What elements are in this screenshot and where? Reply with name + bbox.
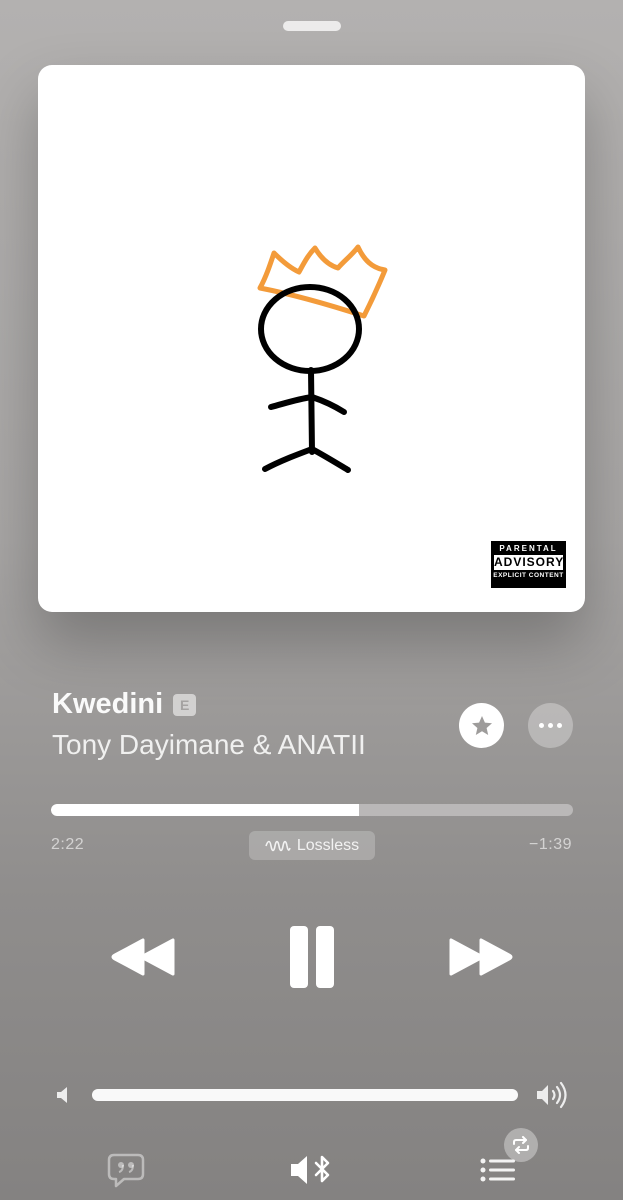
rewind-button[interactable] (106, 932, 180, 982)
speaker-wave-icon (537, 1081, 567, 1109)
parental-advisory-label: PARENTAL ADVISORY EXPLICIT CONTENT (491, 541, 566, 588)
fast-forward-icon (449, 938, 513, 976)
lossless-label: Lossless (296, 836, 360, 854)
advisory-line-advisory: ADVISORY (494, 555, 565, 570)
lyrics-button[interactable] (103, 1150, 149, 1190)
ellipsis-icon (548, 723, 553, 728)
advisory-line-explicit: EXPLICIT CONTENT (493, 572, 564, 579)
repeat-indicator (504, 1128, 538, 1162)
rewind-icon (111, 938, 175, 976)
pause-button[interactable] (282, 922, 342, 992)
volume-level-fill (92, 1089, 518, 1101)
lyrics-quote-icon (107, 1153, 145, 1188)
advisory-line-parental: PARENTAL (499, 544, 558, 553)
star-icon (471, 715, 492, 735)
volume-max-indicator (534, 1079, 572, 1111)
pause-icon (290, 926, 334, 988)
volume-slider[interactable] (92, 1089, 518, 1101)
speaker-bluetooth-icon (291, 1155, 330, 1184)
playback-progress-fill (51, 804, 359, 816)
ellipsis-icon (539, 723, 544, 728)
volume-min-indicator (51, 1083, 75, 1107)
track-title[interactable]: Kwedini (52, 688, 163, 721)
track-title-row: Kwedini E (52, 688, 197, 721)
lossless-badge[interactable]: Lossless (249, 831, 375, 860)
audio-output-button[interactable] (286, 1150, 338, 1190)
time-remaining: −1:39 (529, 836, 572, 853)
lossless-wave-icon (265, 840, 291, 851)
ellipsis-icon (557, 723, 562, 728)
artist-name[interactable]: Tony Dayimane & ANATII (52, 729, 366, 761)
favorite-button[interactable] (459, 703, 504, 748)
more-options-button[interactable] (528, 703, 573, 748)
speaker-icon (57, 1087, 67, 1103)
playback-scrubber[interactable] (51, 804, 573, 816)
stick-figure-king-illustration (257, 244, 388, 473)
fast-forward-button[interactable] (444, 932, 518, 982)
time-elapsed: 2:22 (51, 836, 85, 853)
explicit-badge: E (173, 693, 197, 716)
album-artwork: PARENTAL ADVISORY EXPLICIT CONTENT (38, 65, 585, 612)
sheet-grabber[interactable] (283, 21, 341, 31)
repeat-icon (513, 1136, 529, 1154)
